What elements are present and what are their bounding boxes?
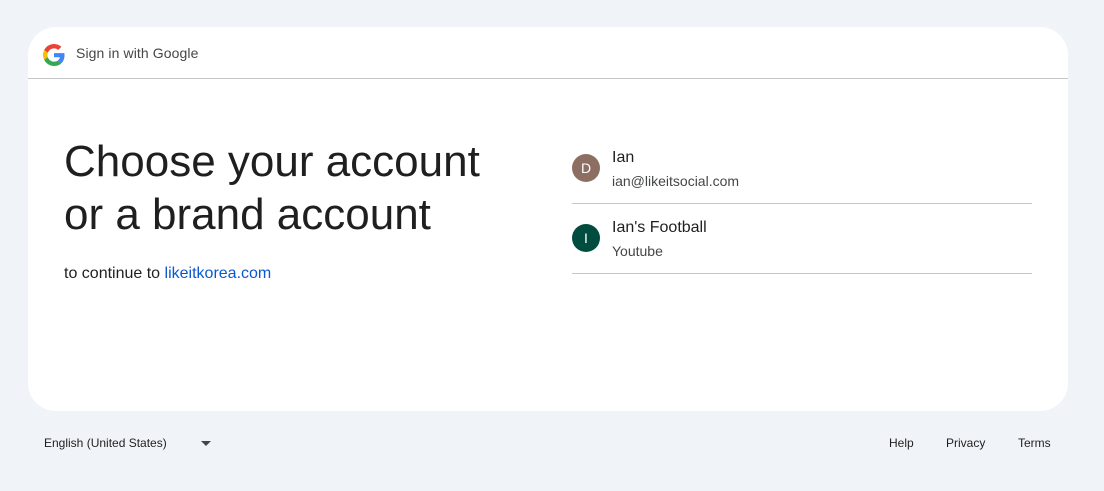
card-header: Sign in with Google — [28, 27, 1068, 79]
continue-site-link[interactable]: likeitkorea.com — [165, 265, 272, 282]
continue-text: to continue to likeitkorea.com — [64, 265, 271, 283]
google-g-logo-icon — [43, 44, 65, 66]
help-link[interactable]: Help — [889, 436, 914, 450]
footer: English (United States) Help Privacy Ter… — [0, 427, 1104, 459]
page-title-line-2: or a brand account — [64, 190, 431, 239]
avatar: D — [572, 154, 600, 182]
terms-link[interactable]: Terms — [1018, 436, 1051, 450]
account-name: Ian — [612, 149, 635, 166]
privacy-link[interactable]: Privacy — [946, 436, 985, 450]
header-title: Sign in with Google — [76, 45, 199, 61]
page-title-line-1: Choose your account — [64, 137, 480, 186]
account-list: D Ian ian@likeitsocial.com I Ian's Footb… — [572, 134, 1032, 274]
account-item-ians-football[interactable]: I Ian's Football Youtube — [572, 204, 1032, 274]
language-selector[interactable]: English (United States) — [44, 436, 167, 450]
account-name: Ian's Football — [612, 219, 707, 236]
continue-prefix: to continue to — [64, 265, 161, 282]
account-email: ian@likeitsocial.com — [612, 173, 740, 189]
account-detail: Youtube — [612, 243, 663, 259]
sign-in-card: Sign in with Google Choose your account … — [28, 27, 1068, 411]
page-title: Choose your account or a brand account — [64, 135, 534, 241]
avatar: I — [572, 224, 600, 252]
caret-down-icon[interactable] — [201, 441, 211, 446]
account-item-ian[interactable]: D Ian ian@likeitsocial.com — [572, 134, 1032, 204]
